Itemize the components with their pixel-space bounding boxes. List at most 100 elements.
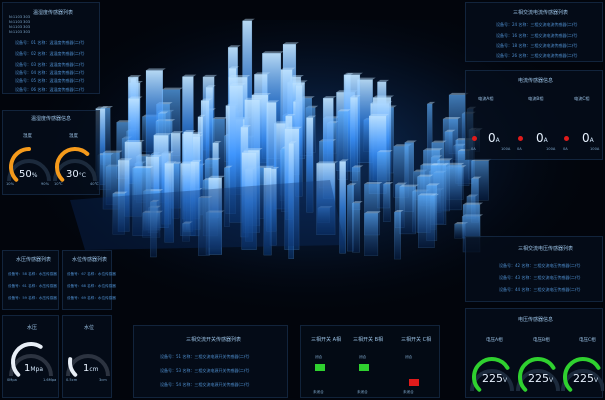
current-a-label: 电流A相 <box>478 96 494 101</box>
temp-humidity-list-title: 温湿度传感器列表 <box>33 10 74 16</box>
current-a-min: 0A <box>471 147 476 151</box>
city-building-roof <box>316 161 339 164</box>
current-c-max: 100A <box>590 147 600 151</box>
current-c-label: 电流C相 <box>574 96 590 101</box>
city-building <box>352 202 361 253</box>
list-item[interactable]: 设备号：05 名称：温湿度传感器(二代) <box>15 78 84 84</box>
list-item[interactable]: 设备号：51 名称：三相交流电源开关传感器(二代) <box>160 354 249 360</box>
voltage-info-panel: 电压传感器信息 电压A相 电压B相 电压C相 225V 225V 225V <box>465 308 604 398</box>
list-item[interactable]: 设备号：24 名称：三相交流电流传感器(二代) <box>496 22 577 28</box>
list-item[interactable]: 设备号：59 名称：水压传感器 <box>8 296 57 301</box>
list-item[interactable]: 设备号：69 名称：水位传感器 <box>67 296 116 301</box>
water-level-list-panel: 水位传感器列表 设备号：67 名称：水位传感器 设备号：68 名称：水位传感器 … <box>62 250 116 310</box>
current-b-max: 100A <box>546 147 556 151</box>
city-building-roof <box>284 126 303 129</box>
city-building-roof <box>161 87 184 90</box>
list-item[interactable]: 设备号：54 名称：三相交流电源开关传感器(二代) <box>160 382 249 388</box>
city-building-roof <box>343 72 363 75</box>
list-item[interactable]: 设备号：01 名称：温湿度传感器(二代) <box>15 40 84 46</box>
switch-b-closed-label: 闭合 <box>359 355 367 359</box>
switch-c-status-indicator[interactable] <box>409 379 419 386</box>
list-item[interactable]: 设备号：61 名称：水压传感器 <box>8 284 57 289</box>
list-item[interactable]: 设备号：58 名称：水压传感器 <box>8 272 57 277</box>
list-item[interactable]: 设备号：26 名称：三相交流电流传感器(二代) <box>496 53 577 59</box>
temp-humidity-info-panel: 温湿度传感器信息 湿度 温度 50% 30°C 10% 90% 10℃ 40℃ <box>2 110 100 195</box>
list-item[interactable]: 设备号：04 名称：温湿度传感器(二代) <box>15 70 84 76</box>
voltage-b-label: 电压B相 <box>533 338 550 343</box>
water-pressure-list-title: 水压传感器列表 <box>16 257 52 263</box>
switch-sensor-list-panel: 三相交流开关传感器列表 设备号：51 名称：三相交流电源开关传感器(二代) 设备… <box>133 325 288 398</box>
voltage-b-value: 225V <box>528 372 554 385</box>
switch-c-closed-label: 闭合 <box>405 355 413 359</box>
list-item[interactable]: 设备号：03 名称：温湿度传感器(二代) <box>15 62 84 68</box>
list-item[interactable]: 设备号：68 名称：水位传感器 <box>67 284 116 289</box>
switch-a-status-indicator[interactable] <box>315 364 325 371</box>
voltage-c-label: 电压C相 <box>579 338 596 343</box>
switch-a-open-label: 未闭合 <box>313 390 324 394</box>
city-building-roof <box>423 148 443 151</box>
current-info-panel: 电流传感器信息 电流A相 电流B相 电流C相 0A 0A 0A 0A 100A … <box>465 70 603 160</box>
water-pressure-max: 1.6Mpa <box>43 378 57 382</box>
current-b-label: 电流B相 <box>528 96 544 101</box>
humidity-min: 10% <box>6 182 14 186</box>
city-building-roof <box>364 182 383 185</box>
list-header-line: N:1103 303 <box>9 15 31 19</box>
temperature-value: 30°C <box>66 169 86 180</box>
city-building <box>418 195 435 248</box>
city-building-roof <box>124 140 145 143</box>
current-sensor-list-title: 三相交流电流传感器列表 <box>513 10 569 16</box>
switch-status-panel: 三相开关 A相 三相开关 B相 三相开关 C相 闭合 闭合 闭合 未闭合 未闭合… <box>300 325 440 398</box>
switch-sensor-list-title: 三相交流开关传感器列表 <box>186 337 242 343</box>
temp-humidity-gauges <box>7 146 97 182</box>
city-building-roof <box>145 68 166 71</box>
water-pressure-min: 0Mpa <box>7 378 17 382</box>
switch-c-header: 三相开关 C相 <box>401 337 432 343</box>
city-building-roof <box>418 193 438 196</box>
city-building-roof <box>399 184 419 187</box>
water-level-value: 1cm <box>83 363 99 374</box>
temperature-min: 10℃ <box>54 182 63 186</box>
voltage-a-value: 225V <box>482 372 508 385</box>
voltage-info-title: 电压传感器信息 <box>518 317 554 323</box>
water-level-panel: 水位 1cm 0.5cm 3cm <box>62 315 112 398</box>
list-item[interactable]: 设备号：43 名称：三相交流电压传感器(二代) <box>499 275 580 281</box>
city-building <box>394 211 402 260</box>
current-a-alarm-icon <box>472 136 477 141</box>
switch-b-status-indicator[interactable] <box>359 364 369 371</box>
city-building-roof <box>102 150 123 153</box>
city-building-roof <box>228 75 251 78</box>
current-c-min: 0A <box>563 147 568 151</box>
list-item[interactable]: 设备号：06 名称：温湿度传感器(二代) <box>15 87 84 93</box>
humidity-label: 湿度 <box>23 134 32 139</box>
temperature-max: 40℃ <box>90 182 99 186</box>
city-building-roof <box>357 77 376 80</box>
city-building-roof <box>153 133 172 136</box>
list-item[interactable]: 设备号：02 名称：温湿度传感器(二代) <box>15 51 84 57</box>
water-pressure-gauge <box>9 342 53 377</box>
city-building-roof <box>132 166 154 169</box>
voltage-sensor-list-panel: 三相交流电压传感器列表 设备号：42 名称：三相交流电压传感器(二代) 设备号：… <box>465 236 603 302</box>
water-pressure-value: 1Mpa <box>24 363 44 374</box>
current-b-min: 0A <box>517 147 522 151</box>
list-item[interactable]: 设备号：67 名称：水位传感器 <box>67 272 116 277</box>
current-a-value: 0A <box>488 131 500 145</box>
current-c-alarm-icon <box>564 136 569 141</box>
voltage-sensor-list-title: 三相交流电压传感器列表 <box>518 246 574 252</box>
switch-c-open-label: 未闭合 <box>403 390 414 394</box>
switch-b-header: 三相开关 B相 <box>353 337 384 343</box>
list-item[interactable]: 设备号：16 名称：三相交流电流传感器(二代) <box>496 33 577 39</box>
switch-a-closed-label: 闭合 <box>315 355 323 359</box>
current-c-value: 0A <box>582 131 594 145</box>
voltage-c-value: 225V <box>573 372 599 385</box>
list-header-line: N:1103 303 <box>9 20 31 24</box>
switch-a-header: 三相开关 A相 <box>311 337 342 343</box>
list-item[interactable]: 设备号：42 名称：三相交流电压传感器(二代) <box>499 263 580 269</box>
list-item[interactable]: 设备号：53 名称：三相交流电源开关传感器(二代) <box>160 368 249 374</box>
water-pressure-panel: 水压 1Mpa 0Mpa 1.6Mpa <box>2 315 59 398</box>
switch-b-open-label: 未闭合 <box>357 390 368 394</box>
humidity-value: 50% <box>19 169 38 180</box>
list-item[interactable]: 设备号：18 名称：三相交流电流传感器(二代) <box>496 43 577 49</box>
list-item[interactable]: 设备号：44 名称：三相交流电压传感器(二代) <box>499 287 580 293</box>
city-building-roof <box>430 163 449 166</box>
city-building-roof <box>251 93 272 96</box>
